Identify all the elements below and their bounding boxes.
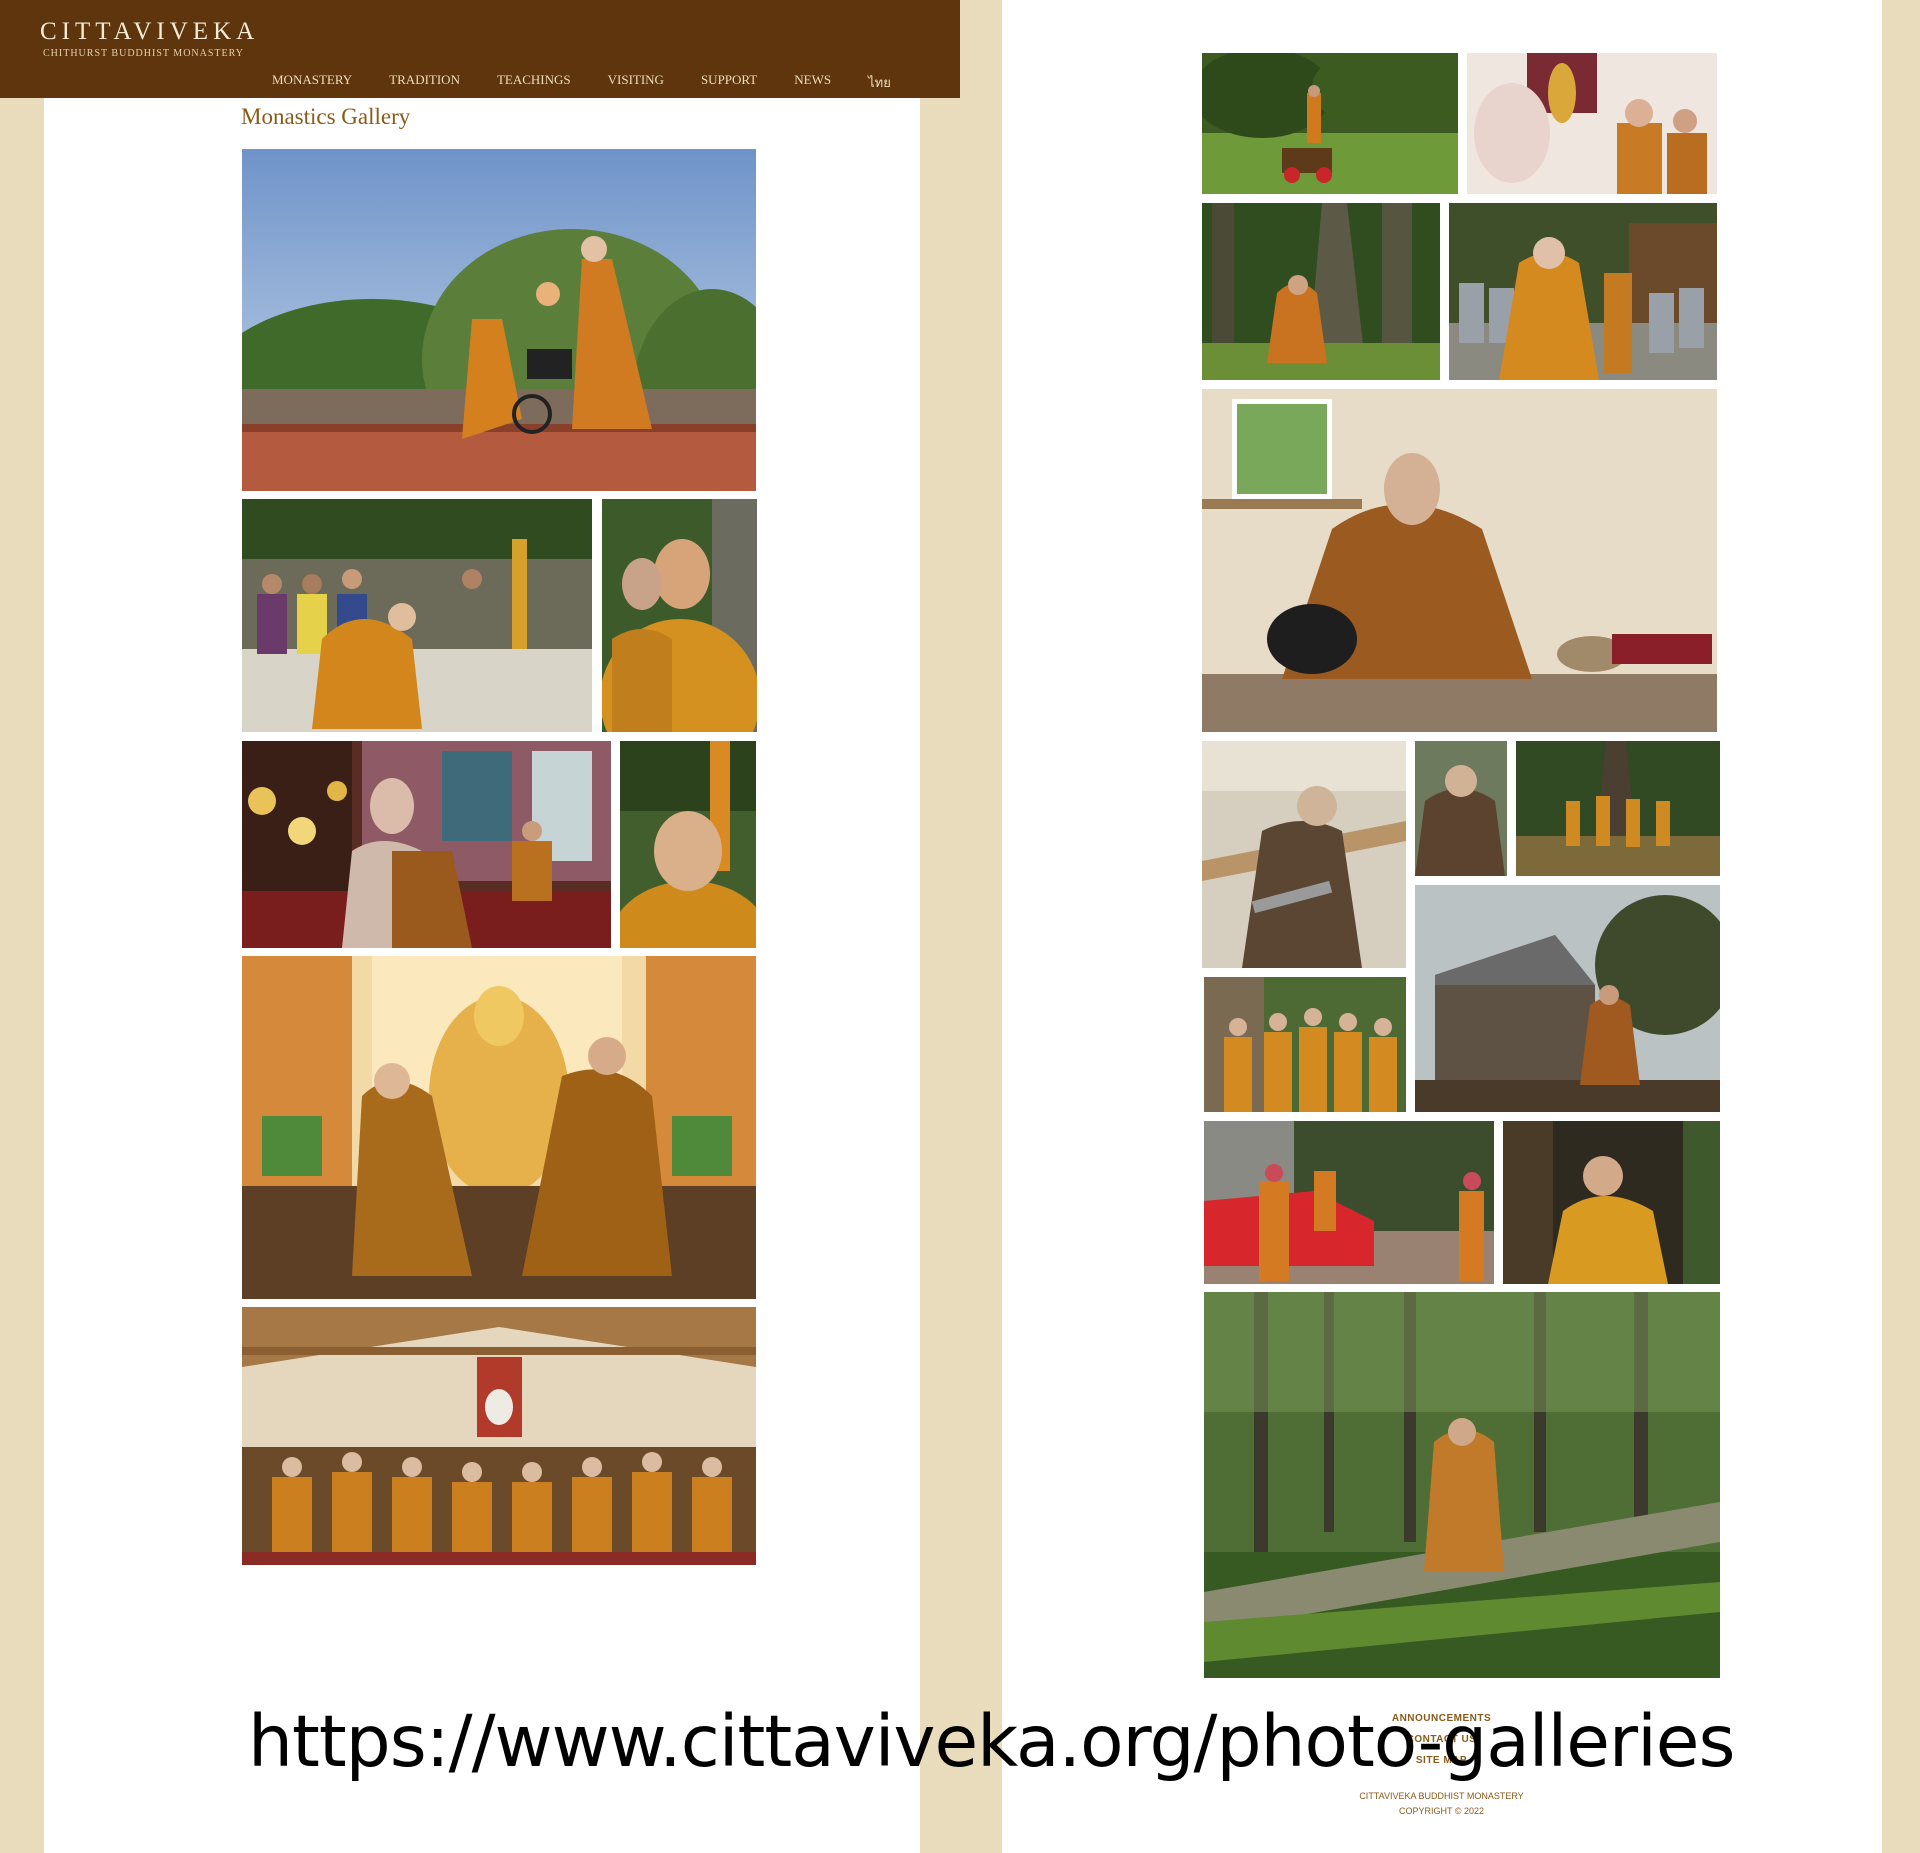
monks-gathering-photo[interactable] — [1204, 977, 1406, 1112]
left-margin-band — [0, 0, 44, 1853]
monk-meditating-room-photo[interactable] — [1202, 389, 1717, 732]
nav-visiting[interactable]: VISITING — [608, 72, 664, 93]
monk-in-hollow-tree-photo[interactable] — [1503, 1121, 1720, 1284]
page-title: Monastics Gallery — [241, 104, 411, 129]
monks-under-tree-photo[interactable] — [1516, 741, 1720, 876]
assembly-hall-group-photo[interactable] — [242, 1307, 756, 1565]
monk-at-hut-photo[interactable] — [1415, 885, 1720, 1112]
monks-smiling-photo[interactable] — [602, 499, 757, 732]
footer-copyright: COPYRIGHT © 2022 — [1399, 1806, 1484, 1816]
monks-at-shrine-photo[interactable] — [1467, 53, 1717, 194]
monks-kneeling-buddha-photo[interactable] — [242, 956, 756, 1299]
footer-name: CITTAVIVEKA BUDDHIST MONASTERY — [1359, 1791, 1524, 1801]
monk-in-park-photo[interactable] — [1202, 53, 1458, 194]
monk-pushing-wheelchair-photo[interactable] — [242, 149, 756, 491]
nav-monastery[interactable]: MONASTERY — [272, 72, 352, 93]
nav-support[interactable]: SUPPORT — [701, 72, 757, 93]
url-caption: https://www.cittaviveka.org/photo-galler… — [248, 1700, 1735, 1783]
right-margin-band — [1882, 0, 1920, 1853]
nav-thai[interactable]: ไทย — [868, 72, 891, 93]
monk-woodwork-photo[interactable] — [1202, 741, 1406, 968]
site-header: CITTAVIVEKA CHITHURST BUDDHIST MONASTERY… — [0, 0, 960, 98]
nav-teachings[interactable]: TEACHINGS — [497, 72, 571, 93]
center-band — [920, 0, 1002, 1853]
monk-sitting-tree-photo[interactable] — [1202, 203, 1440, 380]
monks-by-red-car-photo[interactable] — [1204, 1121, 1494, 1284]
shrine-room-monks-photo[interactable] — [242, 741, 611, 948]
alms-round-photo[interactable] — [1449, 203, 1717, 380]
nav-tradition[interactable]: TRADITION — [389, 72, 460, 93]
nun-portrait-photo[interactable] — [1415, 741, 1507, 876]
site-logo-subtitle: CHITHURST BUDDHIST MONASTERY — [43, 48, 244, 59]
site-logo-title[interactable]: CITTAVIVEKA — [40, 18, 259, 46]
monk-bowing-crowd-photo[interactable] — [242, 499, 592, 732]
smiling-monk-portrait-photo[interactable] — [620, 741, 756, 948]
main-nav: MONASTERY TRADITION TEACHINGS VISITING S… — [272, 72, 928, 93]
nav-news[interactable]: NEWS — [794, 72, 831, 93]
monk-on-fallen-log-photo[interactable] — [1204, 1292, 1720, 1678]
